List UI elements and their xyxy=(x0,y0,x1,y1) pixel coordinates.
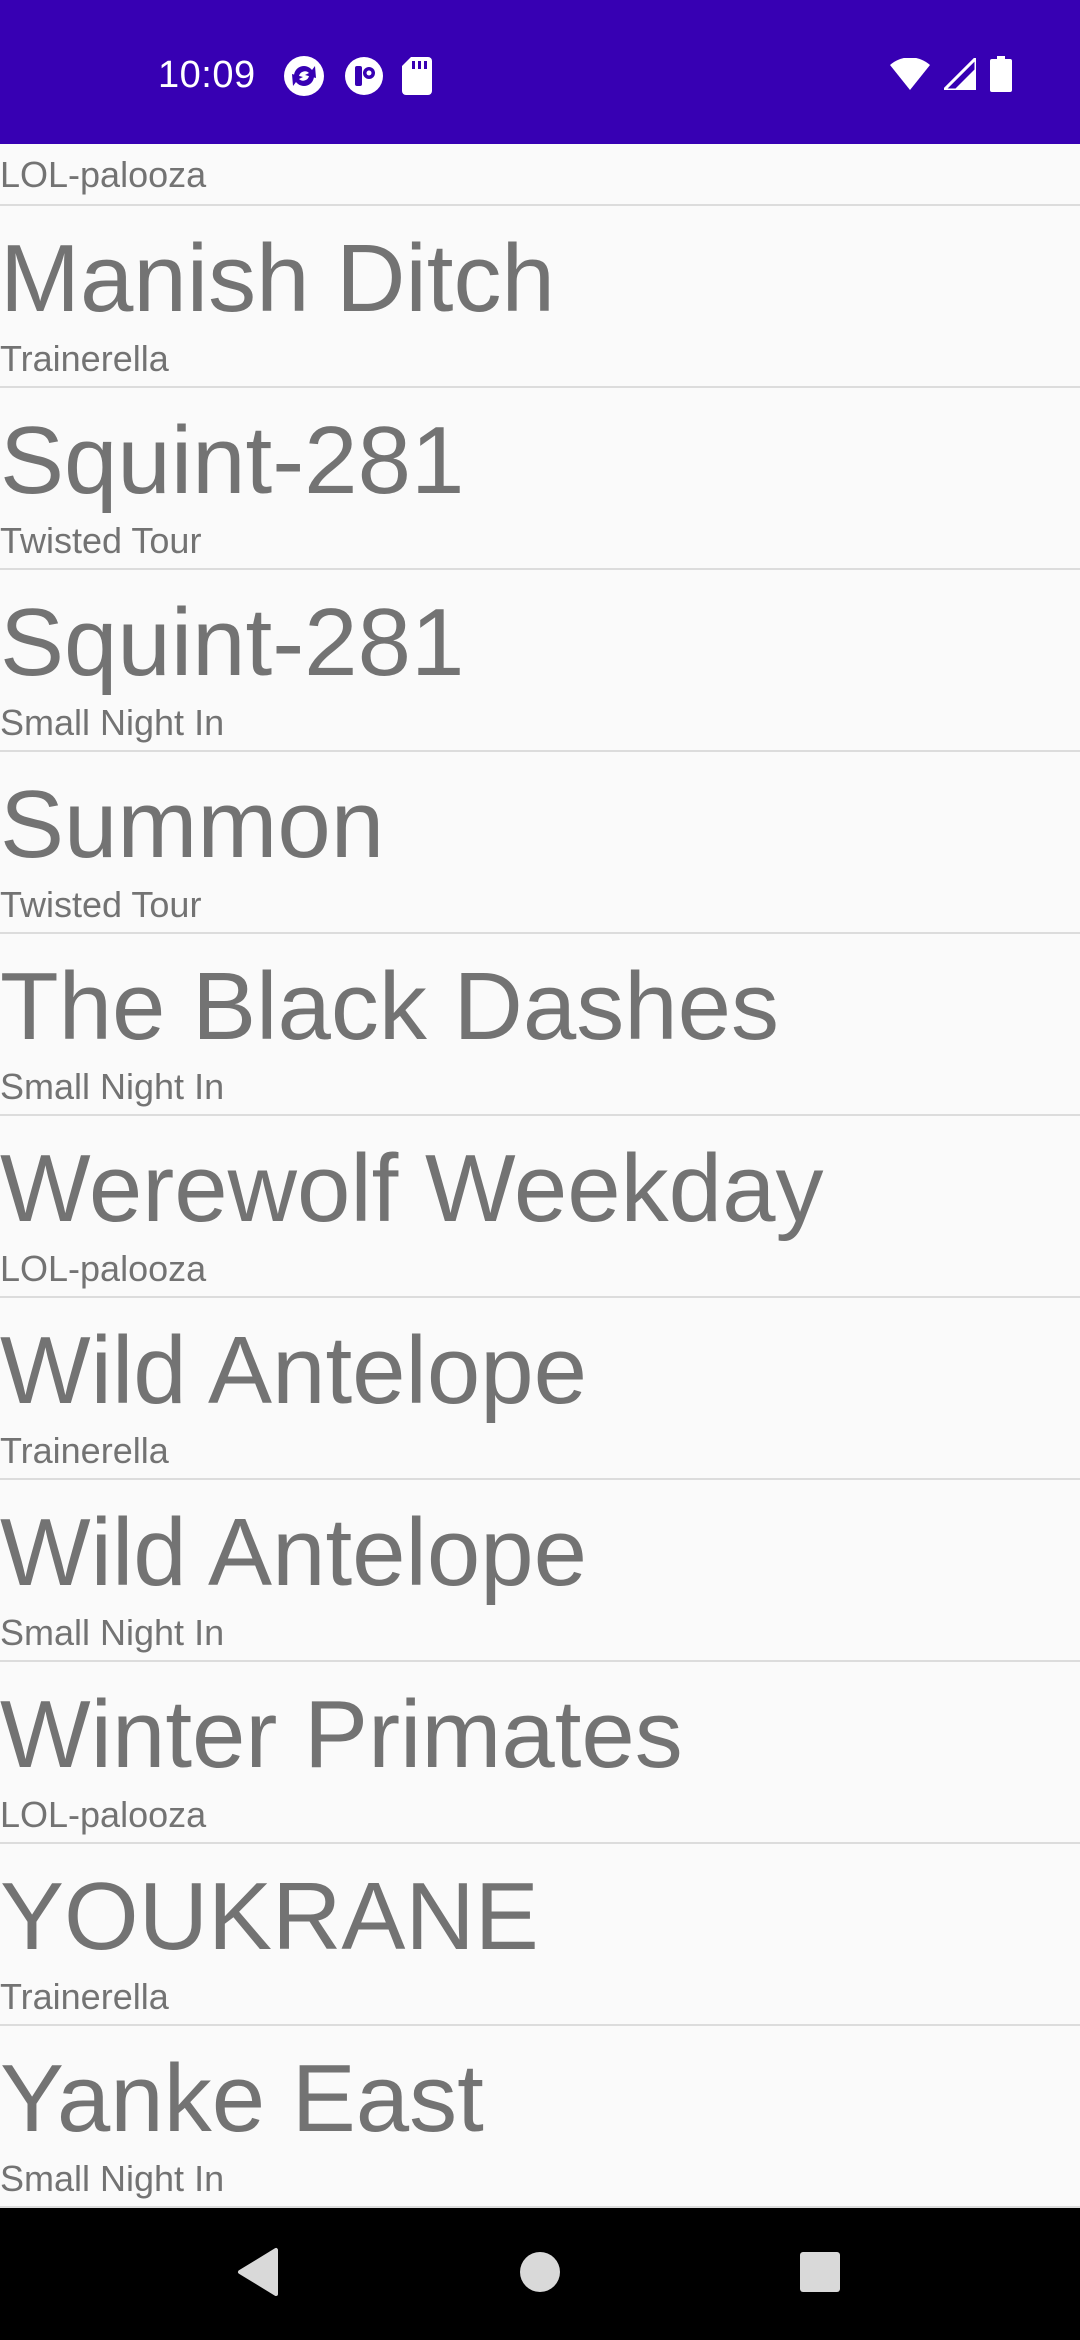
status-notification-icons xyxy=(282,54,432,103)
list-item-title: Squint-281 xyxy=(0,589,465,696)
list-item-subtitle: LOL-palooza xyxy=(0,1248,207,1289)
back-button[interactable] xyxy=(228,2244,288,2304)
battery-icon xyxy=(990,56,1012,97)
recents-icon xyxy=(799,2251,841,2298)
track-list[interactable]: LOL-palooza Manish Ditch Trainerella Squ… xyxy=(0,144,1080,2208)
list-item-subtitle: Small Night In xyxy=(0,702,225,743)
list-item-subtitle: Twisted Tour xyxy=(0,520,202,561)
list-item[interactable]: YOUKRANE Trainerella xyxy=(0,1844,1080,2026)
back-icon xyxy=(236,2247,280,2302)
list-item-subtitle: Trainerella xyxy=(0,1430,169,1471)
list-item-title: Yanke East xyxy=(0,2045,484,2152)
list-item-title: Summon xyxy=(0,771,385,878)
list-item[interactable]: The Black Dashes Small Night In xyxy=(0,934,1080,1116)
list-item[interactable]: Squint-281 Small Night In xyxy=(0,570,1080,752)
pocket-icon xyxy=(344,56,384,101)
status-bar: 10:09 xyxy=(0,0,1080,144)
list-item-subtitle: Trainerella xyxy=(0,1976,169,2017)
list-item[interactable]: Summon Twisted Tour xyxy=(0,752,1080,934)
sync-icon xyxy=(282,54,326,103)
list-item[interactable]: Werewolf Weekday LOL-palooza xyxy=(0,1116,1080,1298)
home-button[interactable] xyxy=(510,2244,570,2304)
list-item[interactable]: Yanke East Small Night In xyxy=(0,2026,1080,2208)
list-item-subtitle: Trainerella xyxy=(0,338,169,379)
recents-button[interactable] xyxy=(790,2244,850,2304)
list-item-subtitle: Twisted Tour xyxy=(0,884,202,925)
wifi-icon xyxy=(890,57,930,95)
list-item-title: Wild Antelope xyxy=(0,1499,588,1606)
status-system-icons xyxy=(890,54,1012,97)
list-item[interactable]: Squint-281 Twisted Tour xyxy=(0,388,1080,570)
list-item-subtitle: LOL-palooza xyxy=(0,1794,207,1835)
list-item[interactable]: Winter Primates LOL-palooza xyxy=(0,1662,1080,1844)
list-item-title: Manish Ditch xyxy=(0,225,555,332)
list-item-title: YOUKRANE xyxy=(0,1863,539,1970)
list-item-title: Winter Primates xyxy=(0,1681,683,1788)
list-item-title: The Black Dashes xyxy=(0,953,780,1060)
list-item-title: Wild Antelope xyxy=(0,1317,588,1424)
list-item-subtitle: LOL-palooza xyxy=(0,154,207,195)
list-item[interactable]: LOL-palooza xyxy=(0,144,1080,206)
navigation-bar xyxy=(0,2208,1080,2340)
list-item[interactable]: Wild Antelope Small Night In xyxy=(0,1480,1080,1662)
list-item-title: Werewolf Weekday xyxy=(0,1135,824,1242)
cell-signal-icon xyxy=(940,54,978,95)
status-time: 10:09 xyxy=(158,54,256,96)
list-item[interactable]: Manish Ditch Trainerella xyxy=(0,206,1080,388)
list-item[interactable]: Wild Antelope Trainerella xyxy=(0,1298,1080,1480)
sd-card-icon xyxy=(402,57,432,100)
home-icon xyxy=(518,2250,562,2299)
list-item-title: Squint-281 xyxy=(0,407,465,514)
list-item-subtitle: Small Night In xyxy=(0,2158,225,2199)
list-item-subtitle: Small Night In xyxy=(0,1066,225,1107)
list-item-subtitle: Small Night In xyxy=(0,1612,225,1653)
